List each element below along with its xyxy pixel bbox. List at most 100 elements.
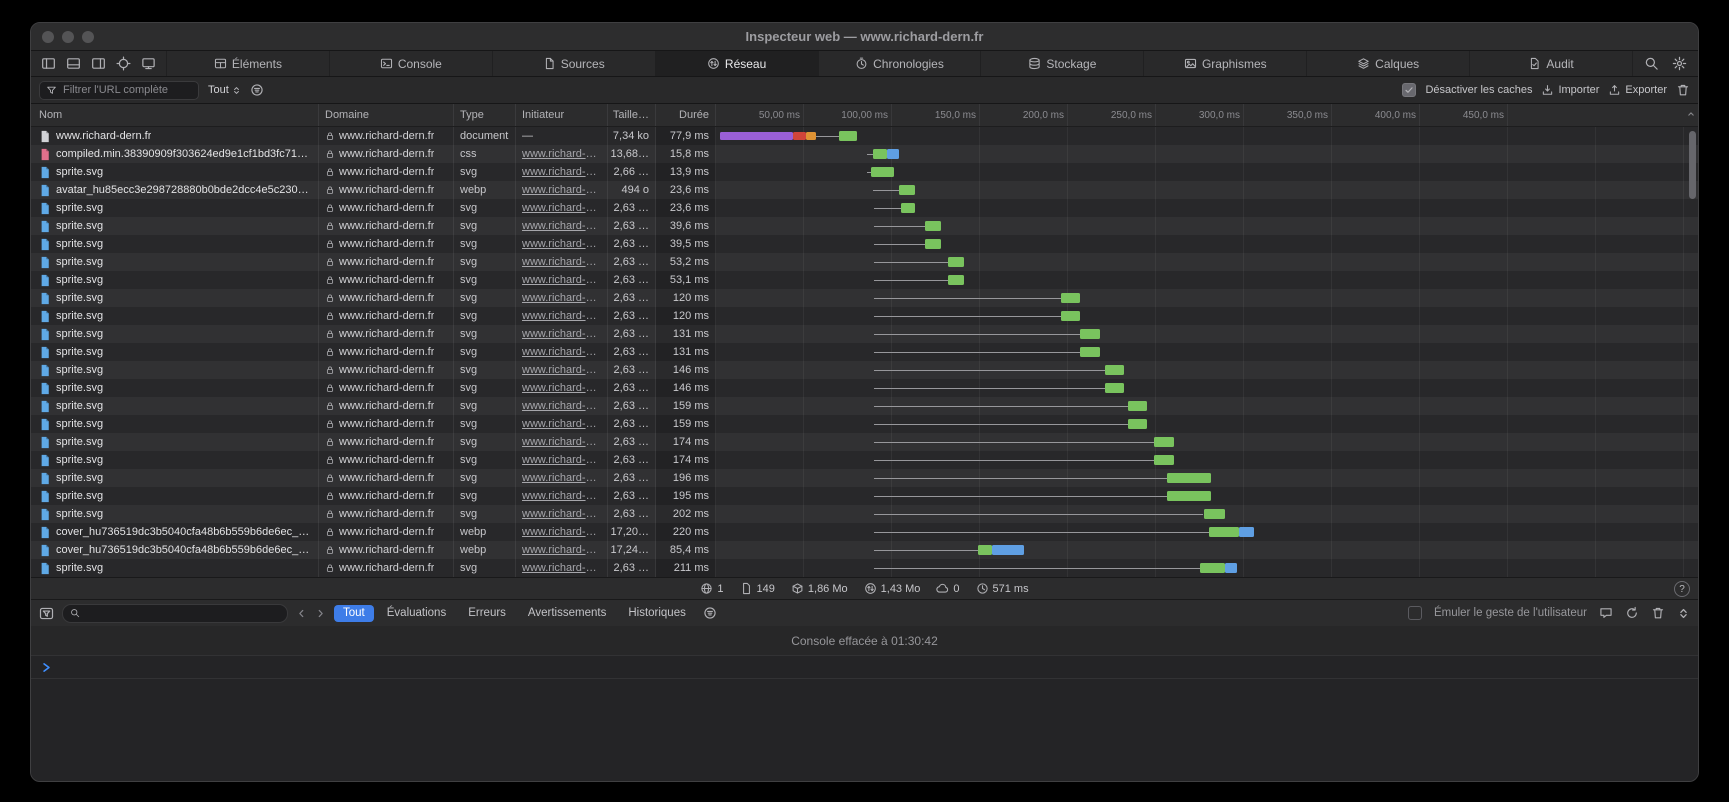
console-scope-erreurs[interactable]: Erreurs (459, 605, 515, 622)
tab-audit[interactable]: Audit (1470, 51, 1633, 76)
console-log-icon[interactable] (1599, 606, 1613, 620)
help-button[interactable]: ? (1674, 581, 1690, 597)
message-source-filter-icon[interactable] (703, 606, 717, 620)
initiator-link[interactable]: www.richard-d… (522, 418, 601, 430)
network-request-row[interactable]: sprite.svgwww.richard-dern.frsvgwww.rich… (31, 415, 1698, 433)
column-header-initiator[interactable]: Initiateur (516, 104, 608, 126)
network-request-row[interactable]: sprite.svgwww.richard-dern.frsvgwww.rich… (31, 469, 1698, 487)
initiator-link[interactable]: www.richard-d… (522, 382, 601, 394)
initiator-link[interactable]: www.richard-d… (522, 508, 601, 520)
initiator-link[interactable]: www.richard-d… (522, 274, 601, 286)
initiator-link[interactable]: www.richard-d… (522, 544, 601, 556)
tab-console[interactable]: Console (330, 51, 493, 76)
initiator-link[interactable]: www.richard-d… (522, 400, 601, 412)
initiator-link[interactable]: www.richard-d… (522, 238, 601, 250)
network-request-row[interactable]: sprite.svgwww.richard-dern.frsvgwww.rich… (31, 343, 1698, 361)
initiator-link[interactable]: www.richard-d… (522, 472, 601, 484)
disable-caches-checkbox[interactable] (1402, 83, 1416, 97)
initiator-link[interactable]: www.richard-d… (522, 454, 601, 466)
previous-result-button[interactable] (296, 608, 307, 619)
tab-calques[interactable]: Calques (1307, 51, 1470, 76)
initiator-link[interactable]: www.richard-d… (522, 166, 601, 178)
network-request-row[interactable]: sprite.svgwww.richard-dern.frsvgwww.rich… (31, 307, 1698, 325)
initiator-link[interactable]: www.richard-d… (522, 562, 601, 574)
dock-bottom-icon[interactable] (66, 56, 81, 71)
clear-console-icon[interactable] (1651, 606, 1665, 620)
trash-icon[interactable] (1676, 83, 1690, 97)
initiator-link[interactable]: www.richard-d… (522, 490, 601, 502)
network-request-row[interactable]: sprite.svgwww.richard-dern.frsvgwww.rich… (31, 289, 1698, 307)
network-request-row[interactable]: sprite.svgwww.richard-dern.frsvgwww.rich… (31, 199, 1698, 217)
url-filter-field[interactable] (39, 81, 199, 100)
initiator-link[interactable]: www.richard-d… (522, 346, 601, 358)
search-icon[interactable] (1644, 56, 1659, 71)
export-button[interactable]: Exporter (1608, 84, 1667, 97)
close-button[interactable] (42, 31, 54, 43)
console-scope-historiques[interactable]: Historiques (619, 605, 695, 622)
initiator-link[interactable]: www.richard-d… (522, 184, 601, 196)
emulate-user-gesture-label[interactable]: Émuler le geste de l'utilisateur (1434, 607, 1587, 619)
initiator-link[interactable]: www.richard-d… (522, 292, 601, 304)
column-header-size[interactable]: Taille… (608, 104, 656, 126)
network-request-row[interactable]: sprite.svgwww.richard-dern.frsvgwww.rich… (31, 379, 1698, 397)
tab-sources[interactable]: Sources (493, 51, 656, 76)
device-settings-icon[interactable] (141, 56, 156, 71)
network-request-row[interactable]: avatar_hu85ecc3e298728880b0bde2dcc4e5c23… (31, 181, 1698, 199)
initiator-link[interactable]: www.richard-d… (522, 310, 601, 322)
network-request-row[interactable]: sprite.svgwww.richard-dern.frsvgwww.rich… (31, 253, 1698, 271)
column-header-name[interactable]: Nom (31, 104, 319, 126)
initiator-link[interactable]: www.richard-d… (522, 256, 601, 268)
column-header-duration[interactable]: Durée (656, 104, 716, 126)
tab-stockage[interactable]: Stockage (981, 51, 1144, 76)
network-request-row[interactable]: sprite.svgwww.richard-dern.frsvgwww.rich… (31, 451, 1698, 469)
reload-icon[interactable] (1625, 606, 1639, 620)
initiator-link[interactable]: www.richard-d… (522, 148, 601, 160)
scroll-up-icon[interactable] (1686, 109, 1696, 119)
dock-left-icon[interactable] (41, 56, 56, 71)
console-scope-evaluations[interactable]: Évaluations (378, 605, 455, 622)
network-request-row[interactable]: sprite.svgwww.richard-dern.frsvgwww.rich… (31, 325, 1698, 343)
network-request-row[interactable]: compiled.min.38390909f303624ed9e1cf1bd3f… (31, 145, 1698, 163)
initiator-link[interactable]: www.richard-d… (522, 328, 601, 340)
network-request-row[interactable]: sprite.svgwww.richard-dern.frsvgwww.rich… (31, 559, 1698, 577)
console-scope-avertissements[interactable]: Avertissements (519, 605, 615, 622)
network-request-row[interactable]: sprite.svgwww.richard-dern.frsvgwww.rich… (31, 361, 1698, 379)
initiator-link[interactable]: www.richard-d… (522, 526, 601, 538)
network-request-row[interactable]: sprite.svgwww.richard-dern.frsvgwww.rich… (31, 505, 1698, 523)
console-filter-icon[interactable] (39, 606, 54, 621)
zoom-button[interactable] (82, 31, 94, 43)
console-scope-tout[interactable]: Tout (334, 605, 374, 622)
network-request-row[interactable]: sprite.svgwww.richard-dern.frsvgwww.rich… (31, 397, 1698, 415)
dock-right-icon[interactable] (91, 56, 106, 71)
tab-elements[interactable]: Éléments (167, 51, 330, 76)
console-empty-area[interactable] (31, 679, 1698, 781)
url-filter-input[interactable] (61, 83, 192, 97)
import-button[interactable]: Importer (1541, 84, 1599, 97)
disable-caches-label[interactable]: Désactiver les caches (1425, 84, 1532, 96)
network-request-row[interactable]: sprite.svgwww.richard-dern.frsvgwww.rich… (31, 487, 1698, 505)
tab-graphismes[interactable]: Graphismes (1144, 51, 1307, 76)
initiator-link[interactable]: www.richard-d… (522, 220, 601, 232)
network-request-row[interactable]: www.richard-dern.frwww.richard-dern.frdo… (31, 127, 1698, 145)
minimize-button[interactable] (62, 31, 74, 43)
tab-chronologies[interactable]: Chronologies (819, 51, 982, 76)
initiator-link[interactable]: www.richard-d… (522, 364, 601, 376)
tab-reseau[interactable]: Réseau (656, 51, 819, 76)
network-request-row[interactable]: cover_hu736519dc3b5040cfa48b6b559b6de6ec… (31, 523, 1698, 541)
initiator-link[interactable]: www.richard-d… (522, 202, 601, 214)
column-header-type[interactable]: Type (454, 104, 516, 126)
vertical-scrollbar[interactable] (1689, 131, 1696, 199)
expand-console-icon[interactable] (1677, 607, 1690, 620)
console-prompt[interactable] (31, 656, 1698, 679)
network-request-row[interactable]: sprite.svgwww.richard-dern.frsvgwww.rich… (31, 163, 1698, 181)
console-search-input[interactable] (84, 606, 280, 620)
network-request-row[interactable]: sprite.svgwww.richard-dern.frsvgwww.rich… (31, 271, 1698, 289)
initiator-link[interactable]: www.richard-d… (522, 436, 601, 448)
console-search-field[interactable] (62, 604, 288, 623)
network-request-row[interactable]: sprite.svgwww.richard-dern.frsvgwww.rich… (31, 235, 1698, 253)
network-request-row[interactable]: sprite.svgwww.richard-dern.frsvgwww.rich… (31, 217, 1698, 235)
filter-options-icon[interactable] (250, 83, 264, 97)
emulate-user-gesture-checkbox[interactable] (1408, 606, 1422, 620)
network-request-row[interactable]: cover_hu736519dc3b5040cfa48b6b559b6de6ec… (31, 541, 1698, 559)
element-picker-icon[interactable] (116, 56, 131, 71)
